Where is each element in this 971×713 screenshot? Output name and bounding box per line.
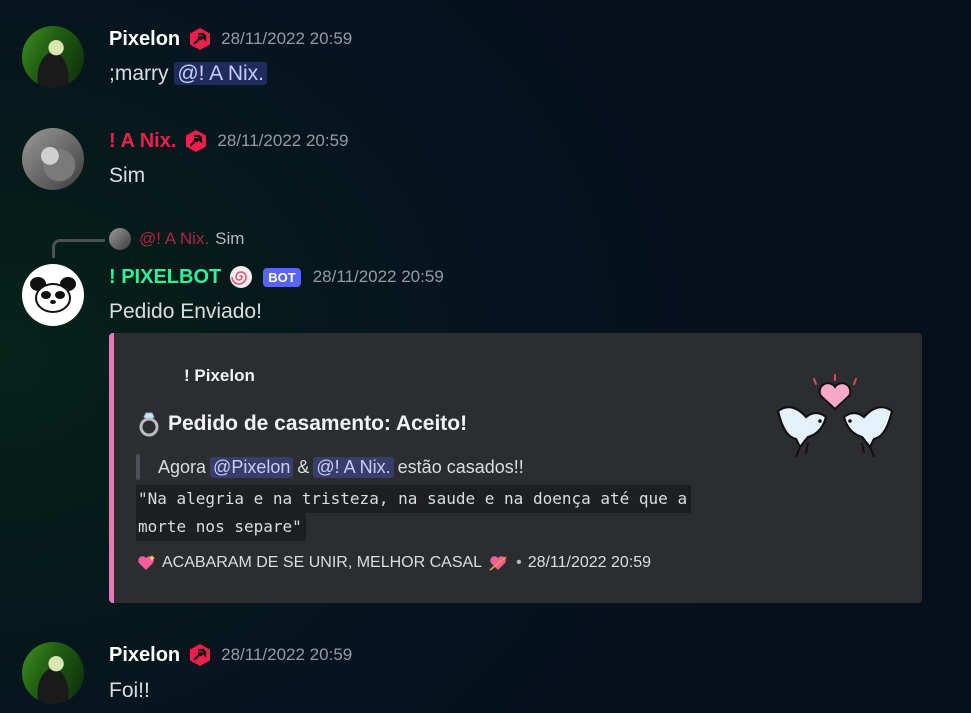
bot-tag: BOT (263, 267, 301, 287)
message-content: Pedido Enviado! (109, 300, 262, 323)
heart-with-arrow-icon (489, 556, 507, 571)
embed: ! Pixelon Pedido de casamento: Aceito! A… (109, 333, 922, 603)
panda-icon[interactable] (22, 264, 84, 326)
timestamp: 28/11/2022 20:59 (312, 267, 444, 286)
quote-joiner: & (297, 456, 310, 477)
timestamp: 28/11/2022 20:59 (221, 29, 353, 48)
command-text: ;marry (109, 62, 169, 85)
embed-author[interactable]: ! Pixelon (184, 366, 255, 386)
code-block: "Na alegria e na tristeza, na saude e na… (136, 485, 731, 541)
hammer-wrench-badge-icon[interactable] (184, 129, 208, 153)
message-content: ;marry @! A Nix. (109, 62, 268, 86)
swirl-badge-icon[interactable] (229, 265, 253, 289)
username[interactable]: Pixelon (109, 28, 180, 51)
user-mention[interactable]: @! A Nix. (313, 456, 394, 478)
embed-title: Pedido de casamento: Aceito! (136, 411, 467, 437)
footer-timestamp: 28/11/2022 20:59 (527, 554, 652, 571)
footer-text: ACABARAM DE SE UNIR, MELHOR CASAL (162, 554, 483, 571)
message-content: Sim (109, 164, 146, 187)
reply-username[interactable]: @! A Nix. (139, 229, 209, 249)
avatar[interactable] (22, 642, 84, 704)
sparkling-heart-icon (138, 555, 155, 570)
user-mention[interactable]: @! A Nix. (174, 62, 268, 85)
embed-footer: ACABARAM DE SE UNIR, MELHOR CASAL • 28/1… (136, 553, 651, 573)
embed-quote: Agora @Pixelon & @! A Nix. estão casados… (136, 454, 524, 480)
hammer-wrench-badge-icon[interactable] (188, 27, 212, 51)
footer-separator: • (516, 554, 522, 571)
message-content: Foi!! (109, 679, 150, 702)
embed-title-text: Pedido de casamento: Aceito! (168, 412, 468, 435)
username[interactable]: ! A Nix. (109, 130, 176, 153)
quote-prefix: Agora (158, 456, 207, 477)
reply-text: Sim (215, 229, 245, 248)
ring-icon (139, 412, 159, 437)
hammer-wrench-badge-icon[interactable] (188, 643, 212, 667)
username[interactable]: ! PIXELBOT (109, 266, 221, 289)
timestamp: 28/11/2022 20:59 (221, 645, 353, 664)
reply-avatar (109, 228, 131, 250)
reply-preview[interactable]: @! A Nix. Sim (109, 228, 244, 250)
user-mention[interactable]: @Pixelon (210, 456, 294, 478)
timestamp: 28/11/2022 20:59 (217, 131, 349, 150)
doves-heart-icon (776, 374, 894, 458)
avatar[interactable] (22, 128, 84, 190)
code-line: "Na alegria e na tristeza, na saude e na… (136, 485, 692, 513)
username[interactable]: Pixelon (109, 644, 180, 667)
reply-connector (52, 239, 105, 258)
avatar[interactable] (22, 26, 84, 88)
quote-bar (136, 454, 140, 480)
code-line: morte nos separe" (136, 513, 306, 541)
quote-suffix: estão casados!! (397, 456, 524, 477)
